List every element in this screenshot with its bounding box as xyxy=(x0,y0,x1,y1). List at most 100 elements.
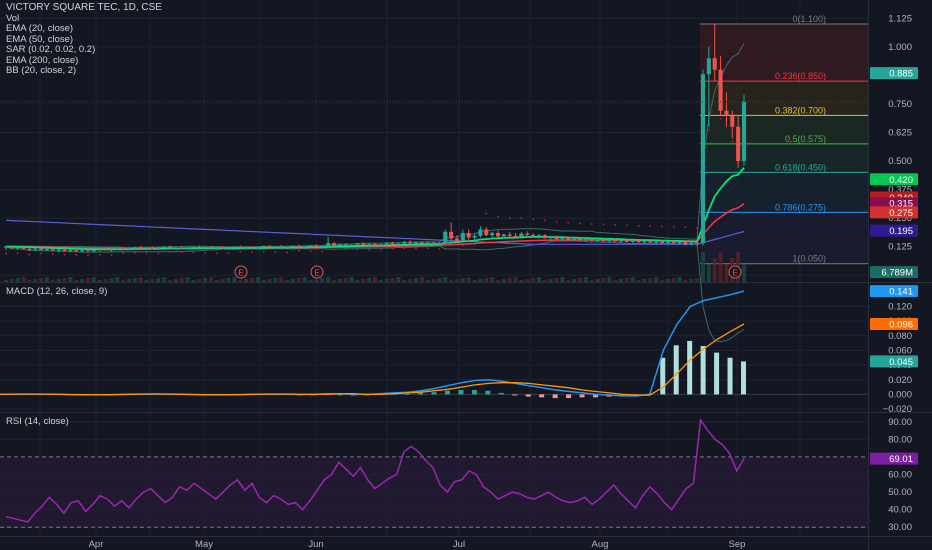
volume-bar xyxy=(191,280,196,282)
candle-body xyxy=(273,246,278,248)
macd-axis-tick[interactable]: 0.120 xyxy=(888,301,912,312)
rsi-axis-tick[interactable]: 40.00 xyxy=(888,505,912,516)
candle-body xyxy=(390,243,395,245)
chart-canvas[interactable]: 0(1.100) 0.236(0.850) 0.382(0.700) 0.5(0.57… xyxy=(0,0,932,550)
macd-axis-tick[interactable]: 0.000 xyxy=(888,389,912,400)
price-axis-tick[interactable]: 0.500 xyxy=(888,156,912,167)
price-badge-label: 0.885 xyxy=(889,69,913,80)
volume-bar xyxy=(718,252,723,282)
macd-histogram-bar xyxy=(539,394,545,398)
volume-bar xyxy=(238,280,243,282)
macd-badge-label: 0.045 xyxy=(889,357,913,368)
volume-bar xyxy=(548,279,553,282)
volume-bar xyxy=(659,280,665,282)
candle-body xyxy=(97,249,102,251)
legend-ema20[interactable]: EMA (20, close) xyxy=(6,23,162,35)
macd-panel-title[interactable]: MACD (12, 26, close, 9) xyxy=(6,286,107,297)
candle-body xyxy=(607,240,612,242)
volume-bar xyxy=(208,277,214,282)
candle-body xyxy=(21,247,26,249)
macd-axis-tick[interactable]: 0.020 xyxy=(888,375,912,386)
time-axis-label[interactable]: Aug xyxy=(592,539,609,550)
volume-bar xyxy=(162,277,167,282)
candle-body xyxy=(677,241,682,244)
candle-body xyxy=(519,233,524,237)
candle-body xyxy=(577,238,583,241)
volume-bar xyxy=(232,277,237,282)
macd-histogram-bar xyxy=(579,394,585,398)
price-axis-tick[interactable]: 0.750 xyxy=(888,99,912,110)
time-axis-label[interactable]: Jun xyxy=(308,539,323,550)
legend-bb[interactable]: BB (20, close, 2) xyxy=(6,65,162,77)
rsi-axis-tick[interactable]: 30.00 xyxy=(888,522,912,533)
macd-histogram-bar xyxy=(727,357,733,395)
volume-bar xyxy=(273,278,278,282)
sar-dot xyxy=(614,224,617,226)
price-axis-tick[interactable]: 0.125 xyxy=(888,242,912,253)
candle-body xyxy=(466,232,471,238)
sar-dot xyxy=(649,225,652,227)
candle-body xyxy=(56,249,61,251)
main-legend: VICTORY SQUARE TEC, 1D, CSE Vol EMA (20,… xyxy=(6,2,162,77)
price-axis-tick[interactable]: 1.000 xyxy=(888,42,912,53)
candle-body xyxy=(454,238,460,241)
volume-bar xyxy=(378,280,383,282)
volume-bar xyxy=(185,277,190,282)
macd-histogram-bar xyxy=(485,390,491,395)
fib-level-label: 0.5(0.575) xyxy=(785,134,826,144)
candle-body xyxy=(191,247,196,249)
volume-bar xyxy=(115,277,120,282)
time-axis-label[interactable]: Sep xyxy=(729,539,746,550)
price-axis-tick[interactable]: 1.125 xyxy=(888,13,912,24)
macd-histogram-bar xyxy=(714,352,720,395)
sar-dot xyxy=(133,252,136,254)
candle-body xyxy=(296,245,301,248)
macd-axis-tick[interactable]: 0.080 xyxy=(888,331,912,342)
sar-dot xyxy=(497,216,499,218)
rsi-axis-tick[interactable]: 90.00 xyxy=(888,417,912,428)
candle-body xyxy=(290,245,296,247)
sar-dot xyxy=(192,251,195,254)
symbol-title[interactable]: VICTORY SQUARE TEC, 1D, CSE xyxy=(6,2,162,14)
chart-app[interactable]: 0(1.100) 0.236(0.850) 0.382(0.700) 0.5(0.57… xyxy=(0,0,932,550)
sar-dot xyxy=(368,248,371,251)
sar-dot xyxy=(579,222,581,225)
time-axis-label[interactable]: Apr xyxy=(89,539,104,550)
sar-dot xyxy=(543,219,546,222)
volume-bar xyxy=(50,280,55,282)
candle-body xyxy=(121,248,126,250)
candle-body xyxy=(103,249,108,251)
volume-bar xyxy=(249,278,255,282)
macd-axis-tick[interactable]: −0.020 xyxy=(883,404,912,415)
sar-dot xyxy=(672,226,675,228)
sar-dot xyxy=(356,248,359,251)
sar-dot xyxy=(333,248,335,251)
sar-dot xyxy=(157,252,160,255)
rsi-panel-title[interactable]: RSI (14, close) xyxy=(6,416,69,427)
legend-sar[interactable]: SAR (0.02, 0.02, 0.2) xyxy=(6,44,162,56)
volume-bar xyxy=(419,277,424,282)
volume-bar xyxy=(33,279,38,282)
sar-dot xyxy=(40,252,43,255)
macd-axis-tick[interactable]: 0.060 xyxy=(888,345,912,356)
rsi-axis-tick[interactable]: 80.00 xyxy=(888,434,912,445)
price-axis-tick[interactable]: 0.625 xyxy=(888,127,912,138)
candle-body xyxy=(214,247,219,249)
price-badge-label: 6.789M xyxy=(881,268,913,279)
volume-bar xyxy=(150,279,155,282)
volume-bar xyxy=(132,278,137,282)
volume-bar xyxy=(44,277,50,282)
volume-bar xyxy=(677,277,682,282)
sar-dot xyxy=(719,117,722,120)
sar-dot xyxy=(110,254,113,257)
time-axis-label[interactable]: Jul xyxy=(453,539,465,550)
volume-bar xyxy=(103,279,108,282)
time-axis-label[interactable]: May xyxy=(195,539,213,550)
volume-bar xyxy=(589,280,594,282)
candle-body xyxy=(349,244,354,246)
volume-bar xyxy=(337,279,342,282)
sar-dot xyxy=(567,221,570,224)
candle-body xyxy=(613,240,618,242)
rsi-axis-tick[interactable]: 60.00 xyxy=(888,470,912,481)
rsi-axis-tick[interactable]: 50.00 xyxy=(888,487,912,498)
